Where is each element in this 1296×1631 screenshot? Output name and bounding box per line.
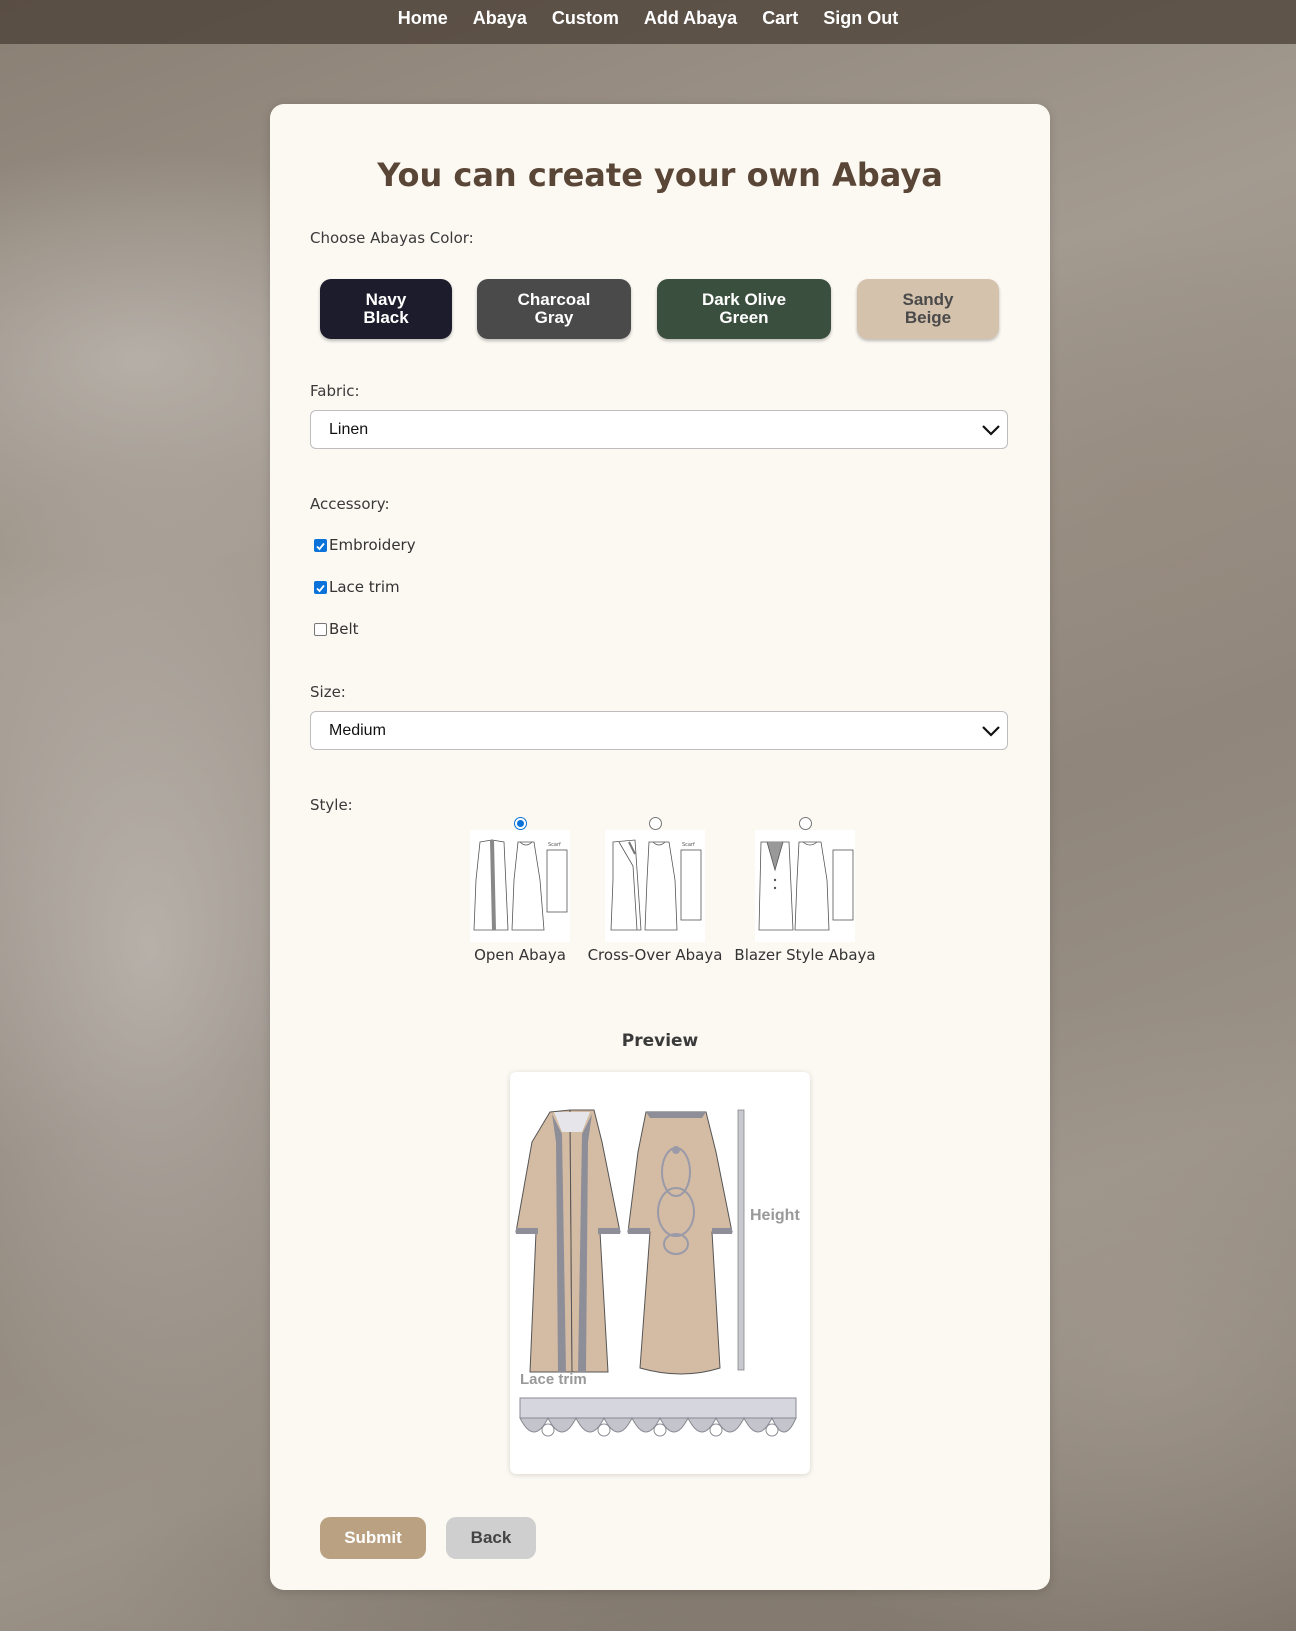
- accessory-label-text: Belt: [329, 620, 359, 638]
- style-open-abaya-option[interactable]: Scarf Open Abaya: [460, 817, 580, 964]
- color-label-line1: Navy: [365, 290, 407, 309]
- color-label-line2: Black: [363, 308, 409, 327]
- style-option-label: Blazer Style Abaya: [734, 946, 876, 964]
- fabric-selected-value: Linen: [329, 421, 369, 438]
- abaya-preview-image: Height Lace trim: [510, 1072, 810, 1474]
- color-label-line2: Green: [719, 308, 769, 327]
- open-abaya-sketch-icon: Scarf: [470, 830, 570, 942]
- checkbox-checked-icon[interactable]: [314, 538, 327, 552]
- abaya-preview-illustration: Height Lace trim: [515, 1109, 800, 1437]
- radio-selected-icon[interactable]: [513, 817, 527, 830]
- nav-abaya-link[interactable]: Abaya: [473, 8, 527, 29]
- color-label-line1: Charcoal: [517, 290, 591, 309]
- size-label: Size:: [310, 683, 346, 701]
- height-label: Height: [750, 1207, 800, 1224]
- accessory-label-text: Lace trim: [329, 578, 400, 596]
- radio-unselected-icon[interactable]: [648, 817, 662, 830]
- accessory-belt-option[interactable]: Belt: [314, 620, 359, 638]
- style-option-label: Cross-Over Abaya: [587, 946, 723, 964]
- top-navbar: Home Abaya Custom Add Abaya Cart Sign Ou…: [0, 0, 1296, 44]
- svg-text:Scarf: Scarf: [548, 842, 561, 848]
- nav-add-abaya-link[interactable]: Add Abaya: [644, 8, 737, 29]
- style-option-label: Open Abaya: [474, 946, 566, 964]
- cross-over-abaya-sketch-icon: Scarf: [605, 830, 705, 942]
- fabric-select[interactable]: Linen: [310, 410, 1008, 449]
- color-dark-olive-green-button[interactable]: Dark Olive Green: [657, 279, 831, 339]
- accessory-label-text: Embroidery: [329, 536, 416, 554]
- checkbox-unchecked-icon[interactable]: [314, 622, 327, 636]
- nav-cart-link[interactable]: Cart: [762, 8, 798, 29]
- style-label: Style:: [310, 796, 353, 814]
- accessory-lace-trim-option[interactable]: Lace trim: [314, 578, 400, 596]
- accessory-label: Accessory:: [310, 495, 390, 513]
- custom-abaya-form-card: You can create your own Abaya Choose Aba…: [270, 104, 1050, 1590]
- color-label-line1: Dark Olive: [701, 290, 787, 309]
- checkmark-icon: [316, 584, 325, 592]
- submit-button[interactable]: Submit: [320, 1517, 426, 1559]
- accessory-embroidery-option[interactable]: Embroidery: [314, 536, 416, 554]
- preview-title: Preview: [621, 1031, 699, 1051]
- style-cross-over-abaya-option[interactable]: Scarf Cross-Over Abaya: [585, 817, 725, 964]
- lace-trim-label: Lace trim: [520, 1371, 587, 1388]
- svg-text:Scarf: Scarf: [682, 842, 695, 848]
- page-title: You can create your own Abaya: [377, 156, 943, 194]
- nav-sign-out-link[interactable]: Sign Out: [823, 8, 898, 29]
- chevron-down-icon: [982, 425, 1000, 436]
- nav-home-link[interactable]: Home: [398, 8, 448, 29]
- back-button[interactable]: Back: [446, 1517, 536, 1559]
- fabric-label: Fabric:: [310, 382, 360, 400]
- style-blazer-abaya-option[interactable]: Blazer Style Abaya: [725, 817, 885, 964]
- color-navy-black-button[interactable]: Navy Black: [320, 279, 452, 339]
- checkmark-icon: [316, 542, 325, 550]
- color-sandy-beige-button[interactable]: Sandy Beige: [857, 279, 999, 339]
- color-label-line2: Beige: [904, 308, 952, 327]
- radio-unselected-icon[interactable]: [798, 817, 812, 830]
- color-label-line1: Sandy: [902, 290, 954, 309]
- blazer-abaya-sketch-icon: [755, 830, 855, 942]
- color-label: Choose Abayas Color:: [310, 229, 474, 247]
- nav-custom-link[interactable]: Custom: [552, 8, 619, 29]
- color-charcoal-gray-button[interactable]: Charcoal Gray: [477, 279, 631, 339]
- size-selected-value: Medium: [329, 722, 386, 739]
- checkbox-checked-icon[interactable]: [314, 580, 327, 594]
- chevron-down-icon: [982, 726, 1000, 737]
- size-select[interactable]: Medium: [310, 711, 1008, 750]
- color-label-line2: Gray: [534, 308, 574, 327]
